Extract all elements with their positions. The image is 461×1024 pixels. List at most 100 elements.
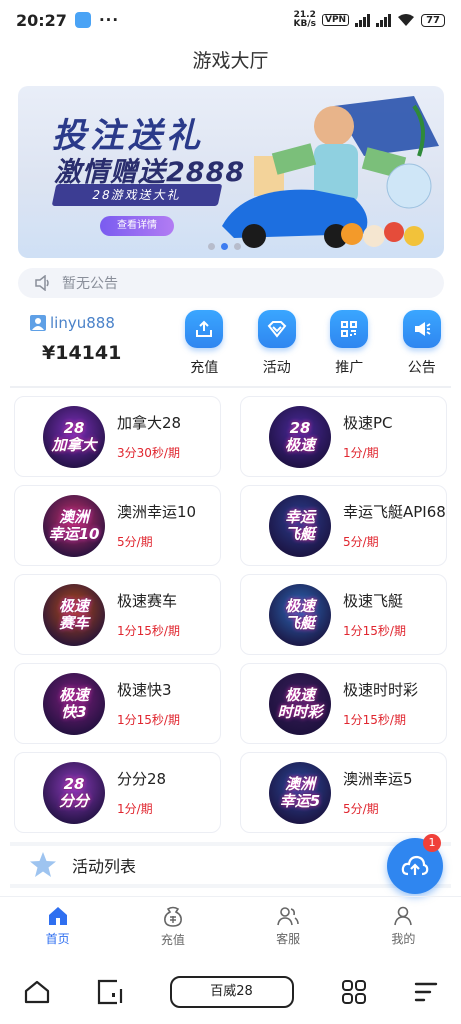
tab-support[interactable]: 客服 — [231, 897, 346, 956]
game-info: 加拿大28 3分30秒/期 — [117, 412, 181, 461]
bottom-tab-bar: 首页 充值 客服 我的 — [0, 896, 461, 956]
game-period: 1分/期 — [117, 802, 153, 816]
wallet-icon — [163, 906, 182, 927]
status-bar: 20:27 ··· 21.2 KB/s VPN 77 — [0, 0, 461, 40]
game-logo-text: 时时彩 — [277, 702, 323, 721]
game-logo-text: 飞艇 — [284, 524, 315, 543]
battery-icon: 77 — [421, 13, 445, 27]
wifi-icon — [398, 14, 415, 26]
game-period: 1分15秒/期 — [343, 713, 406, 727]
game-logo-icon: 极速 快3 — [43, 672, 105, 735]
user-summary: linyu888 ¥14141 — [30, 314, 160, 364]
tab-home[interactable]: 首页 — [0, 897, 115, 956]
menu-icon[interactable] — [414, 981, 438, 1003]
game-period: 1分15秒/期 — [117, 713, 180, 727]
game-card[interactable]: 极速 快3 极速快3 1分15秒/期 — [14, 663, 221, 744]
game-period: 5分/期 — [343, 535, 379, 549]
promote-button[interactable]: 推广 — [313, 310, 386, 377]
system-recent-apps-icon[interactable] — [97, 979, 123, 1005]
game-name: 极速飞艇 — [343, 592, 404, 610]
game-card[interactable]: 澳洲 幸运10 澳洲幸运10 5分/期 — [14, 485, 221, 566]
star-icon — [30, 852, 56, 877]
home-icon — [48, 907, 67, 925]
game-card[interactable]: 28 分分 分分28 1分/期 — [14, 752, 221, 833]
game-name: 极速赛车 — [117, 592, 178, 610]
current-app-pill[interactable]: 百威28 — [169, 976, 294, 1008]
game-logo-text: 28 — [63, 774, 85, 793]
game-period: 1分15秒/期 — [343, 624, 406, 638]
game-logo-text: 赛车 — [58, 613, 89, 632]
profile-icon — [394, 906, 413, 926]
game-logo-icon: 28 分分 — [43, 761, 105, 824]
game-name: 幸运飞艇API68 — [343, 503, 446, 521]
game-card[interactable]: 极速 赛车 极速赛车 1分15秒/期 — [14, 574, 221, 655]
user-avatar-icon — [30, 315, 46, 331]
game-logo-text: 快3 — [61, 702, 87, 721]
game-logo-icon: 极速 赛车 — [43, 583, 105, 646]
game-logo-text: 飞艇 — [284, 613, 315, 632]
balance: ¥14141 — [42, 342, 122, 364]
recharge-button[interactable]: 充值 — [168, 310, 241, 377]
promo-banner[interactable]: 投注送礼 激情赠送2888 28游戏送大礼 查看详情 — [18, 86, 444, 258]
game-name: 澳洲幸运10 — [117, 503, 197, 521]
support-icon — [277, 907, 299, 926]
game-card[interactable]: 澳洲 幸运5 澳洲幸运5 5分/期 — [240, 752, 447, 833]
game-period: 1分/期 — [343, 446, 379, 460]
status-time: 20:27 — [16, 10, 67, 30]
app-notification-icon — [74, 12, 91, 28]
game-logo-text: 分分 — [58, 791, 89, 810]
recharge-icon — [185, 310, 224, 348]
banner-detail-button[interactable]: 查看详情 — [100, 216, 174, 236]
page-title: 游戏大厅 — [192, 50, 269, 72]
promote-icon — [330, 310, 369, 348]
game-name: 澳洲幸运5 — [343, 770, 413, 788]
banner-dot[interactable] — [234, 243, 241, 250]
game-logo-icon: 28 极速 — [269, 405, 331, 468]
vpn-icon: VPN — [321, 14, 350, 26]
game-period: 5分/期 — [117, 535, 153, 549]
game-name: 极速PC — [343, 414, 393, 432]
more-notifications-indicator: ··· — [98, 11, 120, 29]
announcement-bar[interactable]: 暂无公告 — [18, 268, 444, 298]
announcement-text: 暂无公告 — [62, 276, 118, 292]
activity-button[interactable]: 活动 — [241, 310, 314, 377]
game-period: 3分30秒/期 — [117, 446, 180, 460]
system-home-icon[interactable] — [24, 980, 50, 1004]
game-card[interactable]: 28 加拿大 加拿大28 3分30秒/期 — [14, 396, 221, 477]
banner-pagination — [208, 243, 241, 250]
game-logo-text: 极速 — [284, 685, 315, 704]
game-name: 极速时时彩 — [343, 681, 419, 699]
game-logo-icon: 极速 飞艇 — [269, 583, 331, 646]
section-divider — [10, 386, 451, 388]
game-logo-text: 澳洲 — [58, 507, 89, 526]
floating-upload-button[interactable]: 1 — [387, 834, 443, 894]
banner-dot[interactable] — [208, 243, 215, 250]
game-logo-text: 幸运5 — [279, 791, 321, 810]
game-logo-icon: 极速 时时彩 — [269, 672, 331, 735]
game-info: 极速飞艇 1分15秒/期 — [343, 590, 406, 639]
game-card[interactable]: 极速 时时彩 极速时时彩 1分15秒/期 — [240, 663, 447, 744]
game-card[interactable]: 极速 飞艇 极速飞艇 1分15秒/期 — [240, 574, 447, 655]
tab-profile[interactable]: 我的 — [346, 897, 461, 956]
game-period: 5分/期 — [343, 802, 379, 816]
announcement-button[interactable]: 公告 — [386, 310, 459, 377]
banner-dot-active[interactable] — [221, 243, 228, 250]
activity-list-header[interactable]: 活动列表 — [10, 842, 451, 888]
game-logo-text: 幸运10 — [48, 524, 100, 543]
game-logo-icon: 幸运 飞艇 — [269, 494, 331, 557]
tab-recharge[interactable]: 充值 — [115, 897, 230, 956]
game-name: 极速快3 — [117, 681, 172, 699]
game-info: 极速赛车 1分15秒/期 — [117, 590, 180, 639]
game-info: 分分28 1分/期 — [117, 768, 166, 817]
banner-tagline: 28游戏送大礼 — [51, 184, 223, 206]
system-nav-bar: 百威28 — [0, 960, 461, 1024]
apps-grid-icon[interactable] — [341, 979, 367, 1005]
game-period: 1分15秒/期 — [117, 624, 180, 638]
announcement-icon — [402, 310, 441, 348]
game-card[interactable]: 幸运 飞艇 幸运飞艇API68 5分/期 — [240, 485, 447, 566]
game-card[interactable]: 28 极速 极速PC 1分/期 — [240, 396, 447, 477]
network-speed: 21.2 KB/s — [293, 10, 316, 29]
activity-list-title: 活动列表 — [72, 857, 137, 876]
game-info: 澳洲幸运5 5分/期 — [343, 768, 413, 817]
game-info: 澳洲幸运10 5分/期 — [117, 501, 196, 550]
